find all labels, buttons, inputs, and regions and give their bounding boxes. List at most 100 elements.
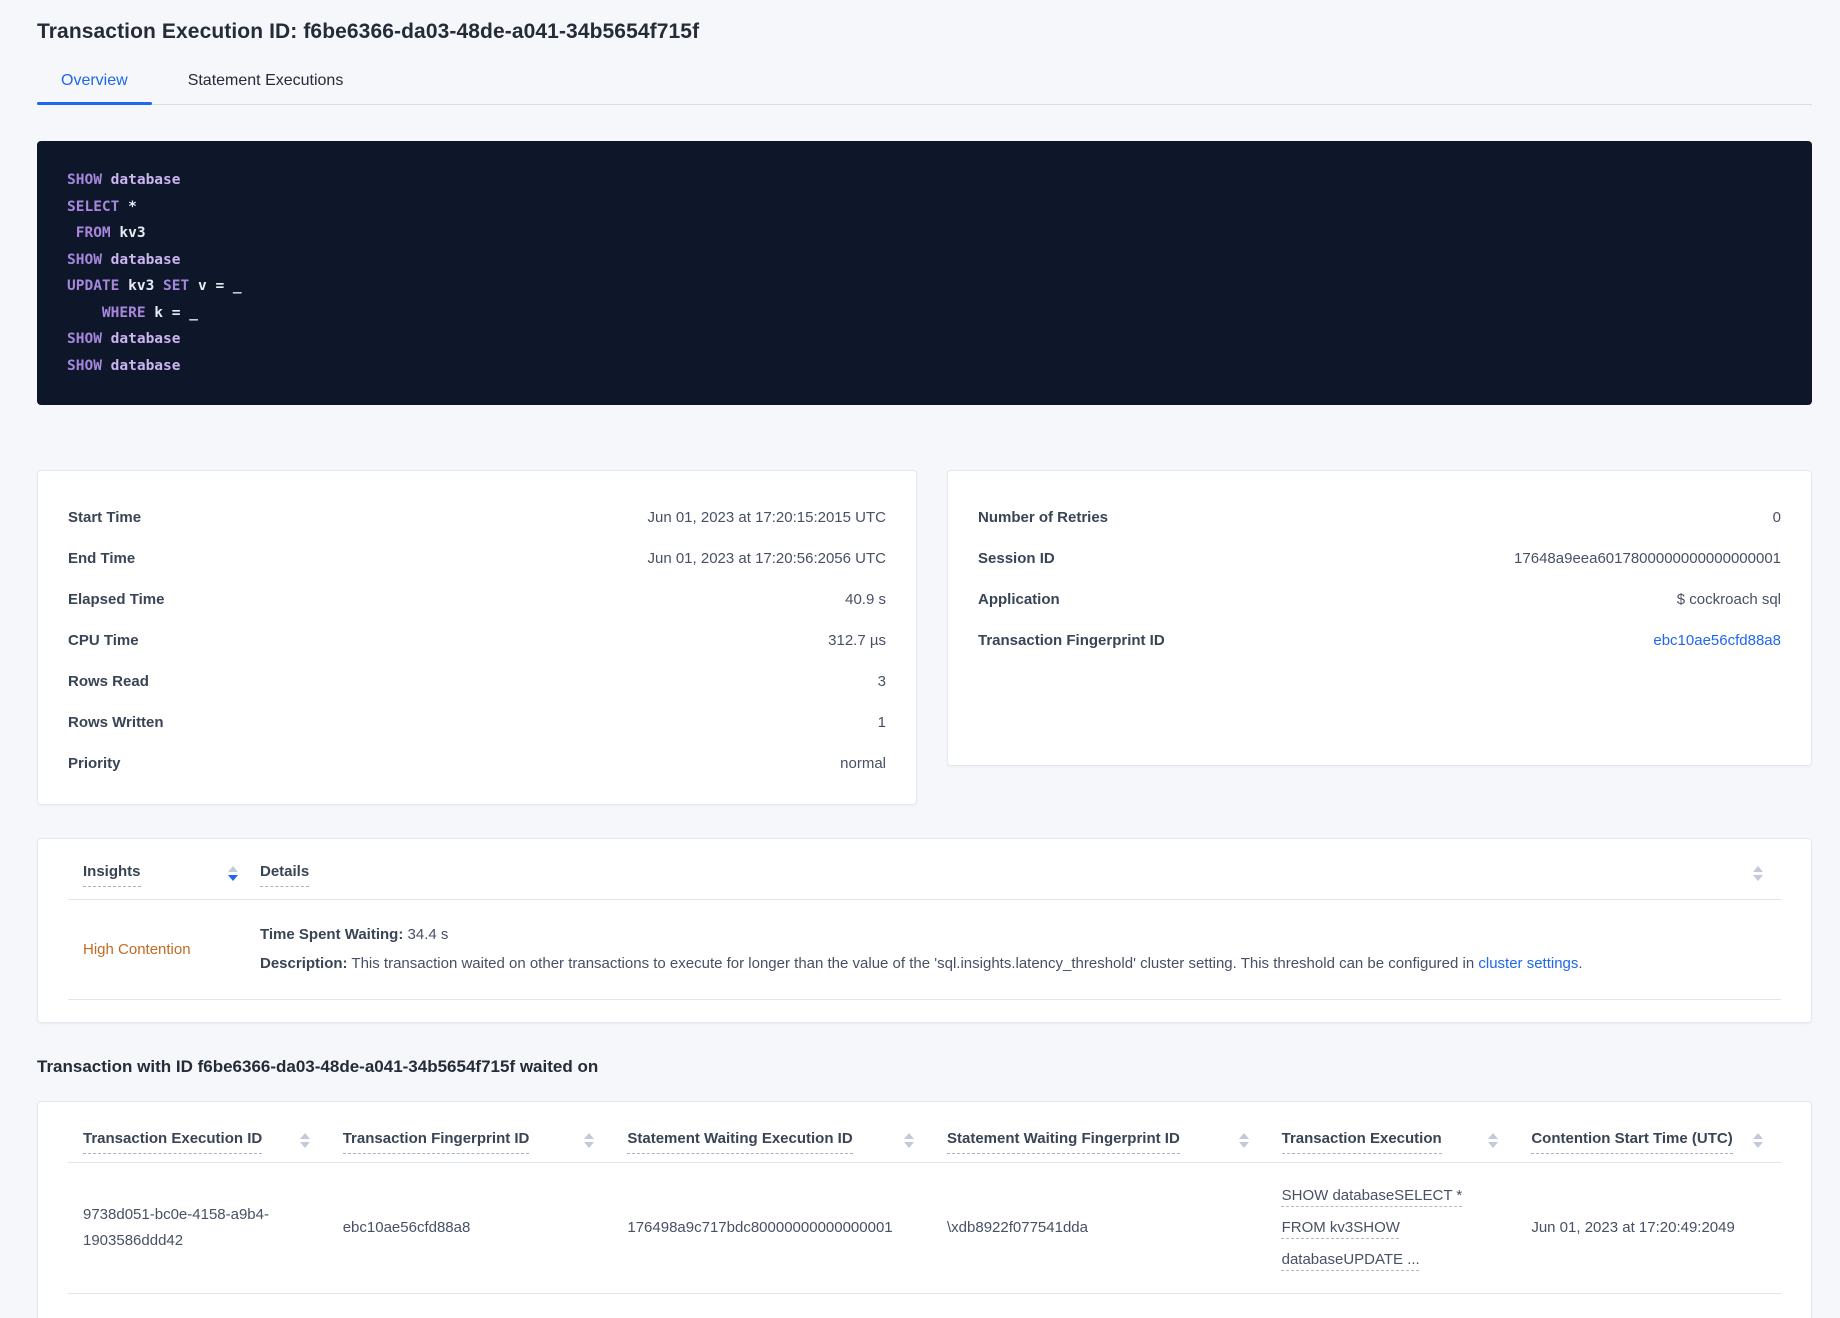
sort-down-icon bbox=[584, 1142, 595, 1148]
time-spent-waiting: Time Spent Waiting: 34.4 s bbox=[260, 925, 1766, 945]
sort-down-icon bbox=[1238, 1142, 1249, 1148]
sql-text: kv3 bbox=[119, 278, 164, 294]
insights-header-label[interactable]: Insights bbox=[83, 863, 141, 887]
sort-up-icon bbox=[228, 866, 238, 872]
sql-text: k = _ bbox=[145, 304, 198, 321]
waited-on-table-row: 9738d051-bc0e-4158-a9b4-1903586ddd42 ebc… bbox=[68, 1163, 1781, 1294]
sort-down-icon bbox=[1753, 1142, 1764, 1148]
kv-label: Start Time bbox=[68, 509, 142, 526]
sql-identifier: database bbox=[101, 331, 181, 347]
kv-row-cpu-time: CPU Time 312.7 µs bbox=[68, 620, 886, 661]
sort-arrows-icon[interactable] bbox=[1753, 1133, 1764, 1148]
description-text: This transaction waited on other transac… bbox=[347, 955, 1479, 972]
sql-line: SHOW database bbox=[67, 247, 1782, 274]
kv-label: End Time bbox=[68, 550, 136, 567]
kv-row-end-time: End Time Jun 01, 2023 at 17:20:56:2056 U… bbox=[68, 538, 886, 579]
sort-up-icon bbox=[299, 1133, 310, 1139]
col-header-statement-waiting-execution-id: Statement Waiting Execution ID bbox=[612, 1130, 932, 1154]
col-header-contention-start-time: Contention Start Time (UTC) bbox=[1516, 1130, 1781, 1154]
sort-up-icon bbox=[1753, 1133, 1764, 1139]
tab-bar: Overview Statement Executions bbox=[37, 72, 1812, 105]
sort-arrows-icon[interactable] bbox=[299, 1133, 310, 1148]
sort-down-icon bbox=[1488, 1142, 1499, 1148]
kv-row-session-id: Session ID 17648a9eea6017800000000000000… bbox=[978, 538, 1781, 579]
sql-line: FROM kv3 bbox=[67, 220, 1782, 247]
sql-keyword: SHOW bbox=[67, 251, 102, 268]
sql-identifier: database bbox=[101, 172, 181, 188]
details-column-header: Details bbox=[238, 863, 1753, 887]
session-details-card: Number of Retries 0 Session ID 17648a9ee… bbox=[947, 470, 1812, 766]
sql-text: kv3 bbox=[110, 225, 146, 241]
kv-value: 3 bbox=[877, 673, 886, 690]
insight-details-cell: Time Spent Waiting: 34.4 s Description: … bbox=[238, 900, 1781, 999]
kv-label: Transaction Fingerprint ID bbox=[978, 632, 1165, 649]
kv-label: Session ID bbox=[978, 550, 1055, 567]
waited-on-heading: Transaction with ID f6be6366-da03-48de-a… bbox=[37, 1057, 599, 1076]
sql-keyword: SHOW bbox=[67, 357, 102, 374]
column-header-label[interactable]: Transaction Fingerprint ID bbox=[342, 1130, 530, 1154]
cluster-settings-link[interactable]: cluster settings bbox=[1478, 955, 1578, 972]
column-header-label[interactable]: Statement Waiting Execution ID bbox=[627, 1130, 853, 1154]
kv-label: Elapsed Time bbox=[68, 591, 165, 608]
sort-up-icon bbox=[904, 1133, 914, 1139]
column-header-label[interactable]: Contention Start Time (UTC) bbox=[1531, 1130, 1733, 1154]
sql-text: v = _ bbox=[189, 278, 242, 294]
summary-cards-row: Start Time Jun 01, 2023 at 17:20:15:2015… bbox=[37, 470, 1812, 805]
sort-arrows-icon[interactable] bbox=[1488, 1133, 1499, 1148]
transaction-execution-statement-link[interactable]: SHOW databaseSELECT * FROM kv3SHOW datab… bbox=[1282, 1187, 1463, 1268]
sql-line: SHOW database bbox=[67, 167, 1782, 194]
kv-row-elapsed-time: Elapsed Time 40.9 s bbox=[68, 579, 886, 620]
sort-down-icon bbox=[1753, 875, 1763, 881]
kv-row-rows-read: Rows Read 3 bbox=[68, 661, 886, 702]
kv-label: Number of Retries bbox=[978, 509, 1109, 526]
insights-table-header: Insights Details bbox=[68, 839, 1781, 900]
waited-on-table-card: Transaction Execution ID Transaction Fin… bbox=[37, 1101, 1812, 1318]
kv-value: 0 bbox=[1772, 509, 1781, 526]
col-header-transaction-execution: Transaction Execution bbox=[1267, 1130, 1517, 1154]
cell-statement-waiting-execution-id: 176498a9c717bdc80000000000000001 bbox=[627, 1219, 893, 1236]
insight-description: Description: This transaction waited on … bbox=[260, 954, 1766, 974]
transaction-fingerprint-id-link[interactable]: ebc10ae56cfd88a8 bbox=[1653, 632, 1781, 649]
sql-keyword: FROM bbox=[75, 225, 111, 241]
kv-value: 40.9 s bbox=[845, 591, 886, 608]
sql-keyword: WHERE bbox=[101, 304, 146, 321]
tab-statement-executions[interactable]: Statement Executions bbox=[164, 72, 368, 104]
sql-identifier: database bbox=[101, 251, 181, 268]
page-title: Transaction Execution ID: f6be6366-da03-… bbox=[37, 20, 700, 43]
details-header-label[interactable]: Details bbox=[260, 863, 310, 887]
sort-arrows-icon[interactable] bbox=[904, 1133, 914, 1148]
kv-row-transaction-fingerprint-id: Transaction Fingerprint ID ebc10ae56cfd8… bbox=[978, 620, 1781, 661]
kv-label: Rows Written bbox=[68, 714, 164, 731]
cell-contention-start-time: Jun 01, 2023 at 17:20:49:2049 bbox=[1531, 1219, 1735, 1236]
insights-table-card: Insights Details High Contention Time Sp… bbox=[37, 838, 1812, 1023]
kv-value: Jun 01, 2023 at 17:20:15:2015 UTC bbox=[647, 509, 886, 526]
waited-on-table-header: Transaction Execution ID Transaction Fin… bbox=[68, 1102, 1781, 1163]
sort-down-icon bbox=[299, 1142, 310, 1148]
kv-value: 17648a9eea6017800000000000000001 bbox=[1514, 550, 1781, 567]
kv-row-priority: Priority normal bbox=[68, 743, 886, 784]
time-spent-waiting-value: 34.4 s bbox=[403, 926, 449, 943]
sort-arrows-icon[interactable] bbox=[584, 1133, 595, 1148]
sql-keyword: SET bbox=[163, 278, 190, 294]
time-spent-waiting-label: Time Spent Waiting: bbox=[260, 926, 404, 943]
column-header-label[interactable]: Transaction Execution bbox=[1281, 1130, 1442, 1154]
column-header-label[interactable]: Transaction Execution ID bbox=[83, 1130, 263, 1154]
tab-overview[interactable]: Overview bbox=[37, 72, 152, 105]
sql-keyword: SELECT bbox=[67, 198, 120, 215]
insights-column-header: Insights bbox=[68, 863, 238, 887]
insight-type-cell: High Contention bbox=[83, 941, 191, 958]
kv-label: CPU Time bbox=[68, 632, 139, 649]
column-header-label[interactable]: Statement Waiting Fingerprint ID bbox=[947, 1130, 1180, 1154]
kv-value: Jun 01, 2023 at 17:20:56:2056 UTC bbox=[647, 550, 886, 567]
sort-arrows-icon[interactable] bbox=[1238, 1133, 1249, 1148]
sort-up-icon bbox=[1753, 866, 1763, 872]
sort-arrows-icon[interactable] bbox=[1753, 866, 1763, 881]
kv-value: $ cockroach sql bbox=[1676, 591, 1781, 608]
col-header-statement-waiting-fingerprint-id: Statement Waiting Fingerprint ID bbox=[932, 1130, 1267, 1154]
sort-arrows-icon[interactable] bbox=[228, 866, 238, 887]
kv-row-start-time: Start Time Jun 01, 2023 at 17:20:15:2015… bbox=[68, 497, 886, 538]
insight-row: High Contention Time Spent Waiting: 34.4… bbox=[68, 900, 1781, 1000]
kv-label: Priority bbox=[68, 755, 121, 772]
kv-label: Application bbox=[978, 591, 1060, 608]
sql-line: SHOW database bbox=[67, 353, 1782, 380]
